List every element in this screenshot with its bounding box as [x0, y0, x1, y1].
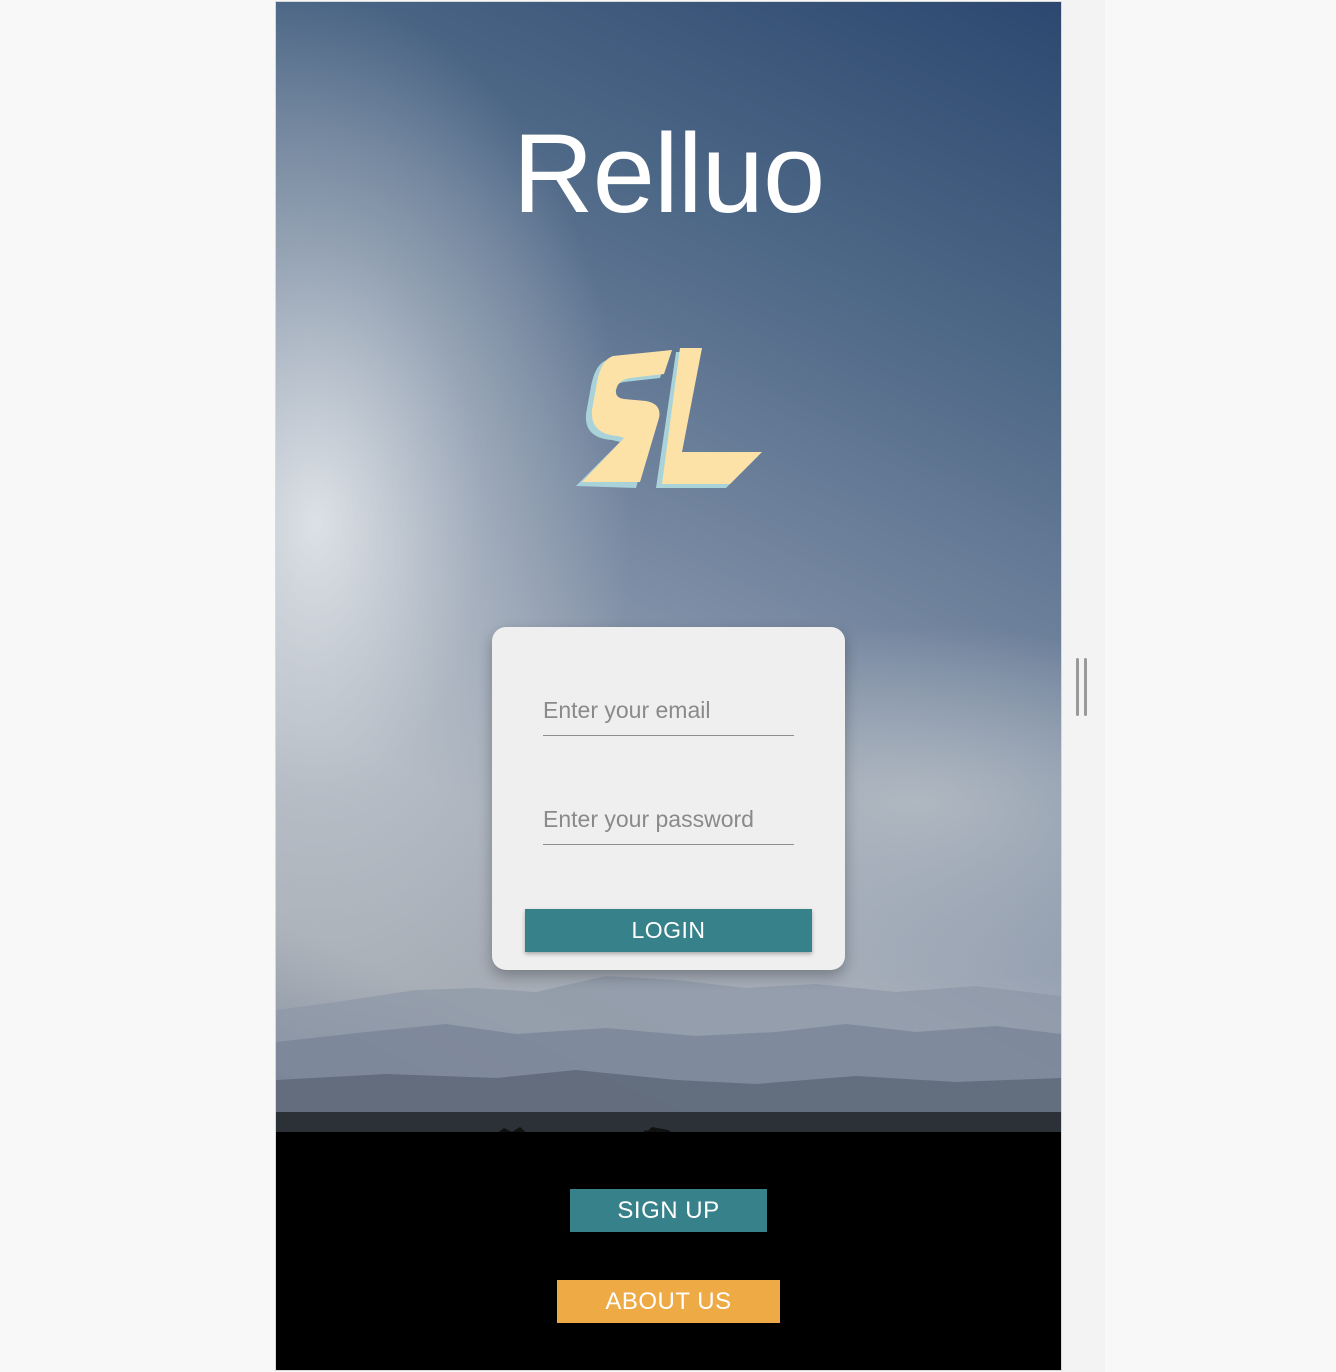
resize-grip-bar	[1076, 658, 1079, 716]
background-ground	[276, 1132, 1061, 1370]
about-us-button[interactable]: ABOUT US	[557, 1280, 780, 1323]
email-input[interactable]	[543, 685, 794, 736]
app-title: Relluo	[512, 111, 826, 236]
app-viewport: Relluo SL LOGIN SIGN UP ABOUT US	[276, 2, 1061, 1370]
login-card: LOGIN	[492, 627, 845, 970]
resize-handle[interactable]	[1075, 658, 1089, 716]
resize-grip-bar	[1084, 658, 1087, 716]
password-input[interactable]	[543, 794, 794, 845]
signup-button[interactable]: SIGN UP	[570, 1189, 767, 1232]
relluo-logo: SL	[576, 348, 762, 488]
login-button[interactable]: LOGIN	[525, 909, 812, 952]
